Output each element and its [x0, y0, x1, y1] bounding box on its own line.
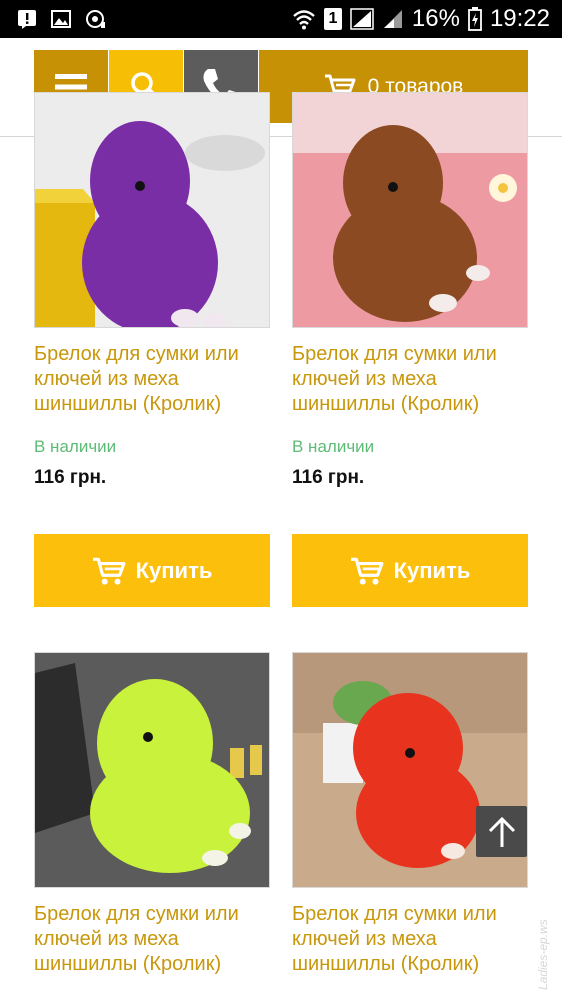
alert-notification-icon — [18, 10, 36, 29]
product-photo — [35, 653, 269, 887]
product-title[interactable]: Брелок для сумки или ключей из меха шинш… — [34, 342, 274, 417]
sync-notification-icon — [86, 10, 105, 28]
battery-percentage: 16% — [411, 5, 460, 32]
arrow-up-icon — [488, 816, 515, 847]
cart-icon — [92, 557, 126, 585]
signal-strength-icon — [350, 8, 374, 30]
product-price: 116 грн. — [34, 467, 107, 488]
buy-button[interactable]: Купить — [292, 534, 528, 607]
product-title[interactable]: Брелок для сумки или ключей из меха шинш… — [34, 902, 274, 977]
buy-button[interactable]: Купить — [34, 534, 270, 607]
product-image-lime-bunny[interactable] — [34, 652, 270, 888]
stock-status: В наличии — [292, 437, 375, 456]
product-photo — [293, 93, 527, 327]
cart-icon — [350, 557, 384, 585]
product-image-purple-bunny[interactable] — [34, 92, 270, 328]
image-notification-icon — [51, 10, 71, 28]
watermark: Ladies-ер.ws — [536, 919, 550, 990]
product-title[interactable]: Брелок для сумки или ключей из меха шинш… — [292, 902, 532, 977]
wifi-icon — [293, 10, 315, 30]
status-bar: 1 16% 19:22 — [0, 0, 562, 38]
stock-status: В наличии — [34, 437, 117, 456]
battery-icon — [468, 7, 482, 31]
bunny-body — [82, 193, 218, 327]
sim-slot-badge: 1 — [323, 8, 342, 30]
clock: 19:22 — [489, 5, 550, 32]
product-title[interactable]: Брелок для сумки или ключей из меха шинш… — [292, 342, 532, 417]
product-photo — [35, 93, 269, 327]
buy-button-label: Купить — [135, 557, 213, 583]
product-price: 116 грн. — [292, 467, 365, 488]
product-image-brown-bunny[interactable] — [292, 92, 528, 328]
buy-button-label: Купить — [393, 557, 471, 583]
signal-strength-2-icon — [383, 10, 402, 28]
scroll-to-top-button[interactable] — [476, 806, 527, 857]
